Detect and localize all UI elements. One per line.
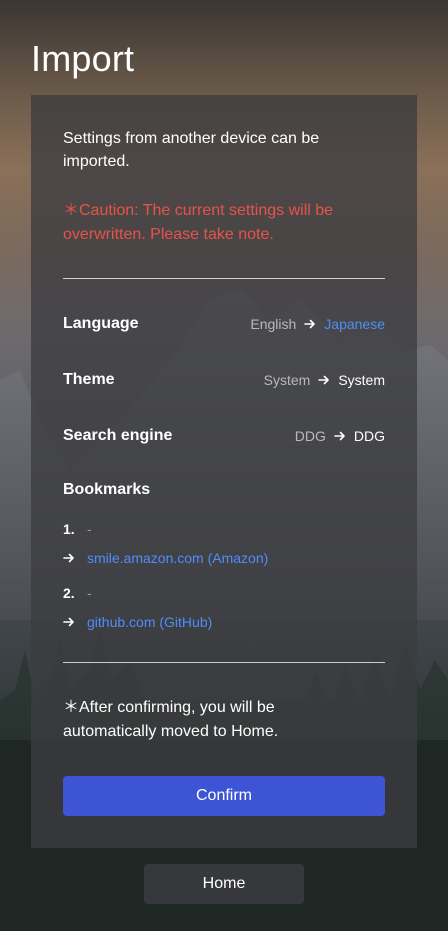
arrow-right-icon xyxy=(318,375,330,385)
arrow-right-icon xyxy=(334,431,345,441)
intro-text: Settings from another device can be impo… xyxy=(63,130,320,170)
setting-to-value: DDG xyxy=(353,428,385,444)
setting-to-value: System xyxy=(338,372,385,388)
bookmark-from-value: - xyxy=(87,521,92,537)
setting-from-value: English xyxy=(250,316,297,332)
after-confirm-note: ＊After confirming, you will be automatic… xyxy=(63,699,279,740)
bookmark-link[interactable]: smile.amazon.com (Amazon) xyxy=(87,550,268,566)
setting-from-value: DDG xyxy=(294,428,326,444)
setting-row-language: Language English Japanese xyxy=(63,312,385,336)
setting-values: English Japanese xyxy=(250,316,385,332)
bookmark-number: 2. xyxy=(63,585,75,601)
import-card: Settings from another device can be impo… xyxy=(31,95,417,848)
caution-text: ＊Caution: The current settings will be o… xyxy=(63,202,334,243)
setting-to-value: Japanese xyxy=(324,316,385,332)
page-title: Import xyxy=(31,38,135,79)
setting-values: System System xyxy=(264,372,385,388)
arrow-right-icon xyxy=(304,319,316,329)
bookmark-number: 1. xyxy=(63,521,75,537)
confirm-button[interactable]: Confirm xyxy=(63,776,385,816)
bookmarks-title: Bookmarks xyxy=(63,481,151,498)
home-button[interactable]: Home xyxy=(144,864,304,904)
setting-label: Language xyxy=(63,315,139,332)
setting-values: DDG DDG xyxy=(295,428,385,444)
divider xyxy=(63,278,385,279)
bookmark-link[interactable]: github.com (GitHub) xyxy=(87,614,212,630)
arrow-right-icon xyxy=(63,553,74,563)
setting-from-value: System xyxy=(263,372,311,388)
divider xyxy=(63,662,385,663)
setting-row-search-engine: Search engine DDG DDG xyxy=(63,424,385,448)
arrow-right-icon xyxy=(63,617,74,627)
setting-label: Search engine xyxy=(63,427,173,444)
bookmark-from-value: - xyxy=(87,585,92,601)
setting-label: Theme xyxy=(63,371,115,388)
setting-row-theme: Theme System System xyxy=(63,368,385,392)
